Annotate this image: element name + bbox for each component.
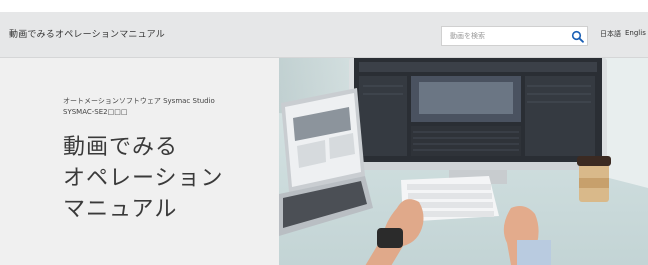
top-strip — [0, 0, 648, 12]
hero-title-line: オペレーション — [63, 166, 224, 191]
language-english-link[interactable]: Englis — [625, 29, 646, 37]
language-japanese-link[interactable]: 日本語 — [600, 29, 621, 39]
hero-title: 動画でみる オペレーション マニュアル — [63, 132, 224, 225]
workstation-illustration — [279, 58, 648, 265]
search-box — [441, 26, 588, 46]
hero-title-line: 動画でみる — [63, 135, 179, 160]
site-header: 動画でみるオペレーションマニュアル 日本語 Englis — [0, 12, 648, 58]
coffee-cup — [577, 156, 611, 202]
search-input[interactable] — [442, 27, 562, 45]
hero-product-name: オートメーションソフトウェア Sysmac Studio — [63, 97, 215, 105]
hero-text-panel: オートメーションソフトウェア Sysmac Studio SYSMAC-SE2□… — [0, 58, 279, 265]
site-title[interactable]: 動画でみるオペレーションマニュアル — [9, 27, 165, 40]
hero-title-line: マニュアル — [63, 197, 178, 222]
monitor — [349, 58, 607, 184]
search-icon[interactable] — [571, 30, 585, 43]
hero-model-number: SYSMAC-SE2□□□ — [63, 108, 128, 116]
hero-section: オートメーションソフトウェア Sysmac Studio SYSMAC-SE2□… — [0, 58, 648, 265]
hero-photo — [279, 58, 648, 265]
page: 動画でみるオペレーションマニュアル 日本語 Englis オートメーションソフト… — [0, 0, 648, 265]
